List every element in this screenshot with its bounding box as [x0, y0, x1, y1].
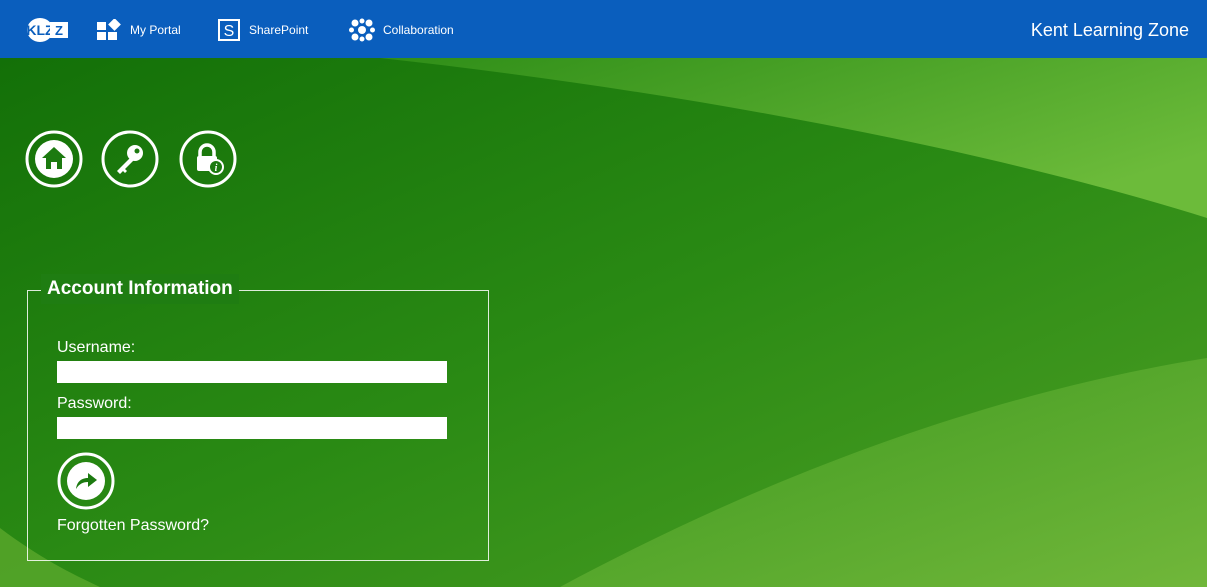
forgotten-password-link[interactable]: Forgotten Password?: [57, 517, 209, 535]
login-submit-button[interactable]: [56, 451, 116, 511]
home-button[interactable]: [24, 129, 84, 189]
svg-text:i: i: [215, 163, 218, 174]
site-title: Kent Learning Zone: [1030, 20, 1189, 40]
account-information-legend: Account Information: [41, 274, 239, 304]
key-button[interactable]: [100, 129, 160, 189]
password-input[interactable]: [57, 417, 447, 439]
lock-info-button[interactable]: i: [178, 129, 238, 189]
username-input[interactable]: [57, 361, 447, 383]
home-icon: [35, 140, 73, 178]
account-information-panel: Account Information Username: Password: …: [27, 274, 489, 561]
arrow-right-icon: [67, 462, 105, 500]
collaboration-icon: [349, 18, 375, 42]
klz-logo[interactable]: KLZ Z: [26, 16, 70, 44]
nav-collaboration[interactable]: Collaboration: [349, 17, 454, 43]
svg-text:S: S: [224, 23, 235, 40]
username-label: Username:: [57, 339, 136, 356]
sharepoint-icon: S: [218, 19, 240, 41]
portal-icon: [97, 19, 121, 40]
top-navigation-bar: KLZ Z My Portal S SharePoint Collaborati…: [0, 0, 1207, 58]
nav-my-portal[interactable]: My Portal: [96, 17, 181, 43]
logo-text: KLZ: [26, 22, 54, 38]
lock-info-icon: i: [197, 143, 224, 175]
nav-sharepoint-label: SharePoint: [249, 23, 309, 37]
nav-collaboration-label: Collaboration: [383, 23, 454, 37]
key-icon: [117, 145, 143, 174]
svg-text:Z: Z: [55, 23, 63, 38]
nav-sharepoint[interactable]: S SharePoint: [217, 17, 308, 43]
nav-my-portal-label: My Portal: [130, 23, 181, 37]
password-label: Password:: [57, 395, 132, 412]
